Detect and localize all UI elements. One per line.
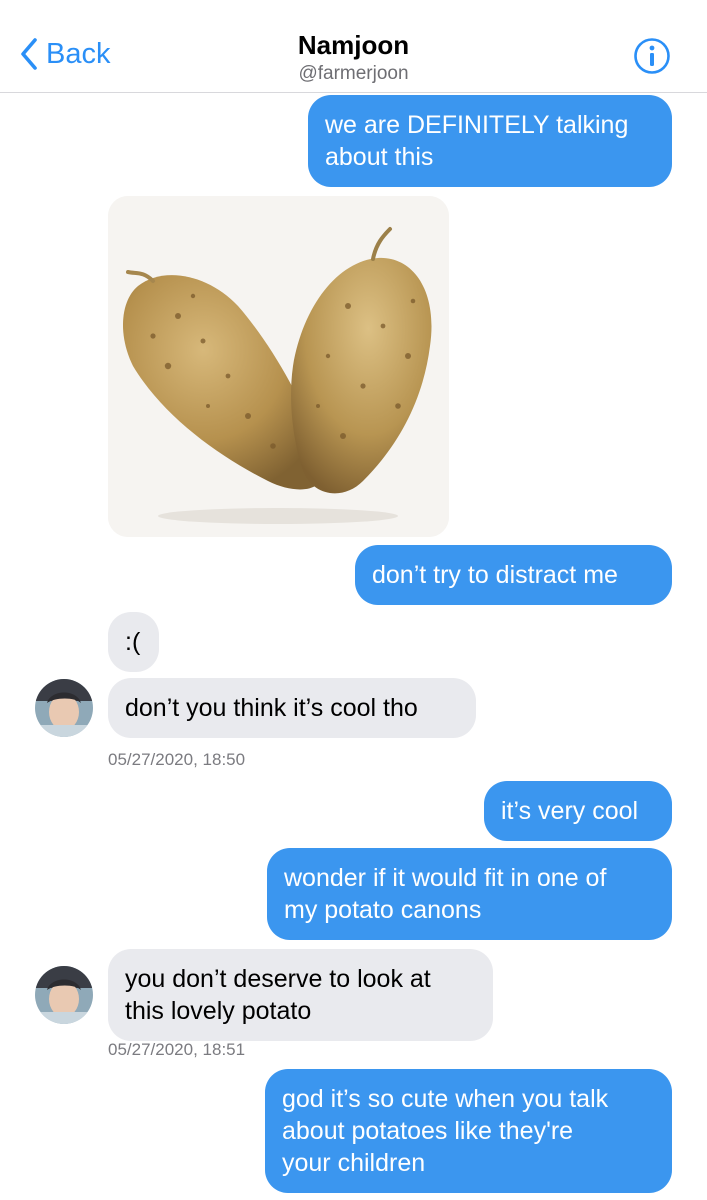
message-timestamp: 05/27/2020, 18:50 bbox=[108, 750, 246, 769]
conversation-header: Back Namjoon @farmerjoon bbox=[0, 0, 707, 93]
avatar-photo bbox=[35, 966, 93, 1024]
message-bubble-incoming[interactable]: :( bbox=[108, 612, 159, 672]
avatar-photo bbox=[35, 679, 93, 737]
message-bubble-incoming[interactable]: don’t you think it’s cool tho bbox=[108, 678, 476, 738]
contact-name[interactable]: Namjoon bbox=[0, 30, 707, 61]
message-bubble-outgoing[interactable]: wonder if it would fit in one of my pota… bbox=[267, 848, 672, 940]
info-button[interactable] bbox=[633, 37, 671, 80]
message-image-potato[interactable] bbox=[108, 196, 449, 537]
message-bubble-incoming[interactable]: you don’t deserve to look at this lovely… bbox=[108, 949, 493, 1041]
message-bubble-outgoing[interactable]: don’t try to distract me bbox=[355, 545, 672, 605]
contact-handle: @farmerjoon bbox=[298, 63, 409, 84]
message-timestamp: 05/27/2020, 18:51 bbox=[108, 1040, 246, 1059]
contact-avatar[interactable] bbox=[35, 966, 93, 1024]
info-circle-icon bbox=[634, 38, 670, 74]
heart-potato-image bbox=[108, 196, 449, 537]
contact-avatar[interactable] bbox=[35, 679, 93, 737]
message-bubble-outgoing[interactable]: god it’s so cute when you talk about pot… bbox=[265, 1069, 672, 1193]
message-bubble-outgoing[interactable]: it’s very cool bbox=[484, 781, 672, 841]
message-bubble-outgoing[interactable]: we are DEFINITELY talking about this bbox=[308, 95, 672, 187]
